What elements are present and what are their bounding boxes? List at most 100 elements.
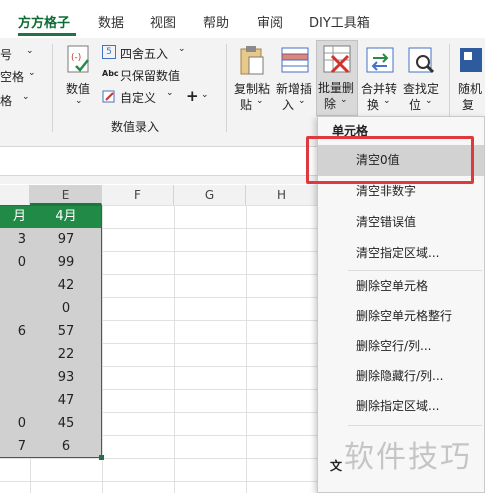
tab-help[interactable]: 帮助 (203, 12, 229, 31)
cell-e-header[interactable]: 4月 (30, 205, 102, 228)
cell-e[interactable]: 97 (30, 228, 102, 251)
round-label: 四舍五入 (120, 47, 169, 61)
cell-d[interactable] (0, 366, 30, 389)
find-label-2: 位 (409, 98, 422, 112)
menu-item-clear-range[interactable]: 清空指定区域... (318, 238, 484, 269)
menu-item-clear-error[interactable]: 清空错误值 (318, 207, 484, 238)
column-header-h[interactable]: H (246, 185, 318, 205)
chevron-down-icon: ⌄ (340, 95, 348, 105)
cell-e[interactable]: 45 (30, 412, 102, 435)
abc-icon: Abc (102, 69, 119, 78)
magnifier-icon (408, 47, 435, 74)
cell-d[interactable] (0, 343, 30, 366)
tab-fangfangezi[interactable]: 方方格子 (18, 12, 70, 31)
group-separator (52, 44, 53, 132)
keep-value-label: 只保留数值 (120, 69, 181, 83)
cell-e[interactable]: 57 (30, 320, 102, 343)
value-button-label: 数值 (66, 82, 91, 96)
cell-d-header[interactable]: 月 (0, 205, 30, 228)
insert-rows-icon (281, 47, 309, 73)
random-button[interactable]: 随机 复 (456, 42, 485, 114)
copy-paste-button[interactable]: 复制粘 贴 ⌄ (232, 42, 272, 114)
cell-e[interactable]: 99 (30, 251, 102, 274)
round-icon: 5 (102, 45, 116, 59)
batch-delete-label-1: 批量删 (318, 81, 355, 95)
menu-separator (348, 425, 482, 426)
highlight-annotation (306, 136, 474, 184)
menu-item-delete-empty-cells[interactable]: 删除空单元格 (318, 271, 484, 302)
cell-e[interactable]: 6 (30, 435, 102, 458)
chevron-down-icon: ⌄ (201, 90, 209, 100)
merge-icon (366, 47, 394, 73)
cell-d[interactable]: 7 (0, 435, 30, 458)
column-header-g[interactable]: G (174, 185, 246, 205)
batch-delete-label-2: 除 (324, 97, 337, 111)
number-doc-icon: (-) (67, 45, 89, 73)
merge-convert-button[interactable]: 合并转 换 ⌄ (360, 42, 400, 114)
cell-d[interactable] (0, 389, 30, 412)
find-locate-button[interactable]: 查找定 位 ⌄ (402, 42, 442, 114)
cell-e[interactable]: 47 (30, 389, 102, 412)
cell-e[interactable]: 42 (30, 274, 102, 297)
random-label-1: 随机 (458, 82, 483, 96)
value-button[interactable]: (-) 数值 ⌄ (60, 42, 98, 110)
chevron-down-icon: ⌄ (28, 68, 36, 78)
tab-review[interactable]: 审阅 (257, 12, 283, 31)
cell-e[interactable]: 0 (30, 297, 102, 320)
chevron-down-icon: ⌄ (75, 96, 83, 106)
merge-label-2: 换 (367, 98, 380, 112)
tab-data[interactable]: 数据 (98, 12, 124, 31)
group-separator (226, 44, 227, 132)
menu-item-delete-empty-rows[interactable]: 删除空单元格整行 (318, 301, 484, 332)
gridline (174, 205, 175, 493)
menu-item-delete-blank-row-col[interactable]: 删除空行/列... (318, 331, 484, 362)
table-delete-icon (323, 45, 351, 74)
random-dice-icon (460, 48, 482, 72)
insert-label-1: 新增插 (276, 82, 313, 96)
gridline (102, 205, 103, 493)
clipboard-icon (240, 46, 264, 75)
custom-label: 自定义 (120, 91, 157, 105)
menu-bottom-partial: 文 (330, 459, 343, 473)
plus-button[interactable]: + (186, 87, 199, 105)
partial-label-2[interactable]: 空格 (0, 68, 24, 85)
merge-label-1: 合并转 (361, 82, 398, 96)
group-label-value-input: 数值录入 (111, 120, 160, 134)
tab-view[interactable]: 视图 (150, 12, 176, 31)
copy-paste-label-2: 贴 (240, 98, 253, 112)
chevron-down-icon: ⌄ (166, 88, 174, 98)
tab-diy-toolbox[interactable]: DIY工具箱 (309, 12, 370, 31)
partial-label-3[interactable]: 格 (0, 92, 12, 109)
cell-d[interactable] (0, 274, 30, 297)
chevron-down-icon: ⌄ (298, 96, 306, 106)
watermark: 软件技巧 (344, 440, 472, 475)
chevron-down-icon: ⌄ (383, 96, 391, 106)
fill-handle[interactable] (99, 455, 104, 460)
cell-d[interactable] (0, 297, 30, 320)
active-tab-indicator (18, 33, 76, 36)
cell-d[interactable]: 0 (0, 251, 30, 274)
menu-item-delete-hidden-row-col[interactable]: 删除隐藏行/列... (318, 361, 484, 392)
cell-d[interactable]: 6 (0, 320, 30, 343)
column-header-e[interactable]: E (30, 185, 102, 205)
insert-label-2: 入 (282, 98, 295, 112)
cell-d[interactable]: 0 (0, 412, 30, 435)
batch-delete-button[interactable]: 批量删 除 ⌄ (316, 40, 358, 116)
chevron-down-icon: ⌄ (425, 96, 433, 106)
column-header-d[interactable] (0, 185, 30, 205)
insert-button[interactable]: 新增插 入 ⌄ (274, 42, 314, 114)
keep-value-button[interactable]: Abc 只保留数值 (102, 66, 192, 84)
menu-item-delete-range[interactable]: 删除指定区域... (318, 391, 484, 422)
cell-e[interactable]: 22 (30, 343, 102, 366)
round-button[interactable]: 5 四舍五入 ⌄ (102, 44, 192, 62)
cell-d[interactable]: 3 (0, 228, 30, 251)
partial-label-1[interactable]: 号 (0, 46, 12, 63)
svg-text:(-): (-) (71, 53, 81, 63)
cell-e[interactable]: 93 (30, 366, 102, 389)
custom-button[interactable]: 自定义 ⌄ (102, 88, 192, 106)
gridline (246, 205, 247, 493)
chevron-down-icon: ⌄ (22, 92, 30, 102)
random-label-2: 复 (462, 98, 475, 112)
chevron-down-icon: ⌄ (26, 46, 34, 56)
column-header-f[interactable]: F (102, 185, 174, 205)
